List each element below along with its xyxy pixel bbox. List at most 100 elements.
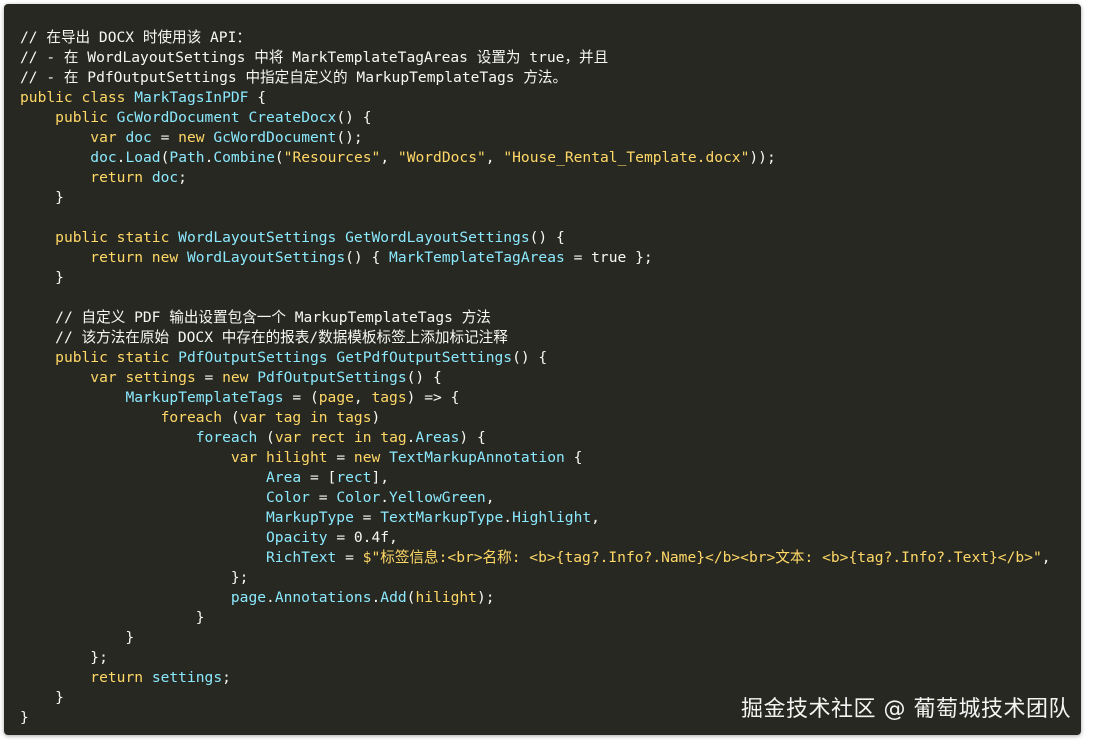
code-token: tags: [336, 409, 372, 426]
code-line: var hilight = new TextMarkupAnnotation {: [20, 448, 1077, 468]
code-token: Annotations: [274, 589, 372, 606]
code-line: // - 在 WordLayoutSettings 中将 MarkTemplat…: [20, 48, 1077, 68]
code-token: =: [151, 129, 179, 146]
code-token: public static: [55, 229, 179, 246]
code-line: // 自定义 PDF 输出设置包含一个 MarkupTemplateTags 方…: [20, 308, 1077, 328]
code-token: ,: [485, 489, 495, 506]
code-token: Path: [169, 149, 205, 166]
code-token: YellowGreen: [389, 489, 486, 506]
code-token: }: [20, 709, 29, 726]
code-line: Area = [rect],: [20, 468, 1077, 488]
code-token: tag: [274, 409, 302, 426]
code-token: MarkTemplateTagAreas: [389, 249, 565, 266]
code-token: WordLayoutSettings: [186, 249, 346, 266]
code-token: Opacity: [266, 529, 328, 546]
code-line: return new WordLayoutSettings() { MarkTe…: [20, 248, 1077, 268]
code-token: "WordDocs": [397, 149, 486, 166]
code-line: }: [20, 188, 1077, 208]
code-token: };: [626, 249, 653, 266]
code-line: }: [20, 608, 1077, 628]
code-token: var: [274, 429, 310, 446]
code-token: };: [20, 649, 108, 666]
code-token: ();: [336, 129, 363, 146]
code-line: }: [20, 268, 1077, 288]
code-token: public: [55, 109, 117, 126]
code-token: settings: [151, 669, 223, 686]
code-token: hilight: [266, 449, 328, 466]
code-token: // - 在 PdfOutputSettings 中指定自定义的 MarkupT…: [20, 69, 568, 86]
code-line: // 该方法在原始 DOCX 中存在的报表/数据模板标签上添加标记注释: [20, 328, 1077, 348]
code-line: var settings = new PdfOutputSettings() {: [20, 368, 1077, 388]
code-line: public static PdfOutputSettings GetPdfOu…: [20, 348, 1077, 368]
code-token: (: [274, 149, 284, 166]
code-token: .: [380, 489, 390, 506]
code-block: // 在导出 DOCX 时使用该 API： // - 在 WordLayoutSe…: [20, 28, 1077, 728]
code-token: Areas: [415, 429, 460, 446]
code-line: var doc = new GcWordDocument();: [20, 128, 1077, 148]
code-token: doc: [125, 129, 152, 146]
code-token: var: [239, 409, 275, 426]
code-token: =: [309, 489, 337, 506]
code-token: MarkTagsInPDF: [134, 89, 249, 106]
code-token: GcWordDocument: [116, 109, 240, 126]
code-token: .: [503, 509, 513, 526]
code-line: // - 在 PdfOutputSettings 中指定自定义的 MarkupT…: [20, 68, 1077, 88]
code-token: "House_Rental_Template.docx": [503, 149, 750, 166]
code-token: // 该方法在原始 DOCX 中存在的报表/数据模板标签上添加标记注释: [55, 329, 508, 346]
code-token: TextMarkupAnnotation: [389, 449, 565, 466]
code-token: ) {: [459, 429, 486, 446]
code-token: "Resources": [283, 149, 381, 166]
code-token: $"标签信息:<br>名称: <b>{tag?.Info?.Name}</b><…: [362, 549, 1042, 566]
code-line: }: [20, 628, 1077, 648]
code-token: page: [318, 389, 354, 406]
code-token: foreach: [195, 429, 258, 446]
code-token: }: [20, 629, 135, 646]
code-line: MarkupTemplateTags = (page, tags) => {: [20, 388, 1077, 408]
code-token: =: [327, 449, 354, 466]
code-token: settings: [125, 369, 196, 386]
code-token: Color: [266, 489, 310, 506]
code-token: =: [564, 249, 592, 266]
code-token: ) => {: [406, 389, 460, 406]
code-line: foreach (var tag in tags): [20, 408, 1077, 428]
watermark: 掘金技术社区 @ 葡萄城技术团队: [741, 697, 1071, 722]
code-token: in: [310, 409, 337, 426]
code-token: // 在导出 DOCX 时使用该 API：: [20, 29, 251, 46]
code-token: = 0.4f,: [327, 529, 398, 546]
code-token: GetWordLayoutSettings: [345, 229, 530, 246]
code-token: ,: [380, 149, 398, 166]
code-line: RichText = $"标签信息:<br>名称: <b>{tag?.Info?…: [20, 548, 1077, 568]
code-token: ,: [591, 509, 600, 526]
code-token: ;: [222, 669, 231, 686]
code-token: doc: [151, 169, 179, 186]
code-panel: // 在导出 DOCX 时使用该 API： // - 在 WordLayoutSe…: [4, 4, 1081, 735]
code-token: ,: [353, 389, 372, 406]
code-token: var: [90, 129, 126, 146]
code-token: foreach: [160, 409, 223, 426]
code-token: () {: [529, 229, 565, 246]
code-token: GcWordDocument: [213, 129, 337, 146]
code-token: ],: [371, 469, 390, 486]
code-line: foreach (var rect in tag.Areas) {: [20, 428, 1077, 448]
code-token: Area: [266, 469, 302, 486]
code-line: };: [20, 568, 1077, 588]
code-token: {: [248, 89, 267, 106]
code-token: public class: [20, 89, 135, 106]
code-token: MarkupTemplateTags: [125, 389, 284, 406]
code-token: .: [266, 589, 275, 606]
